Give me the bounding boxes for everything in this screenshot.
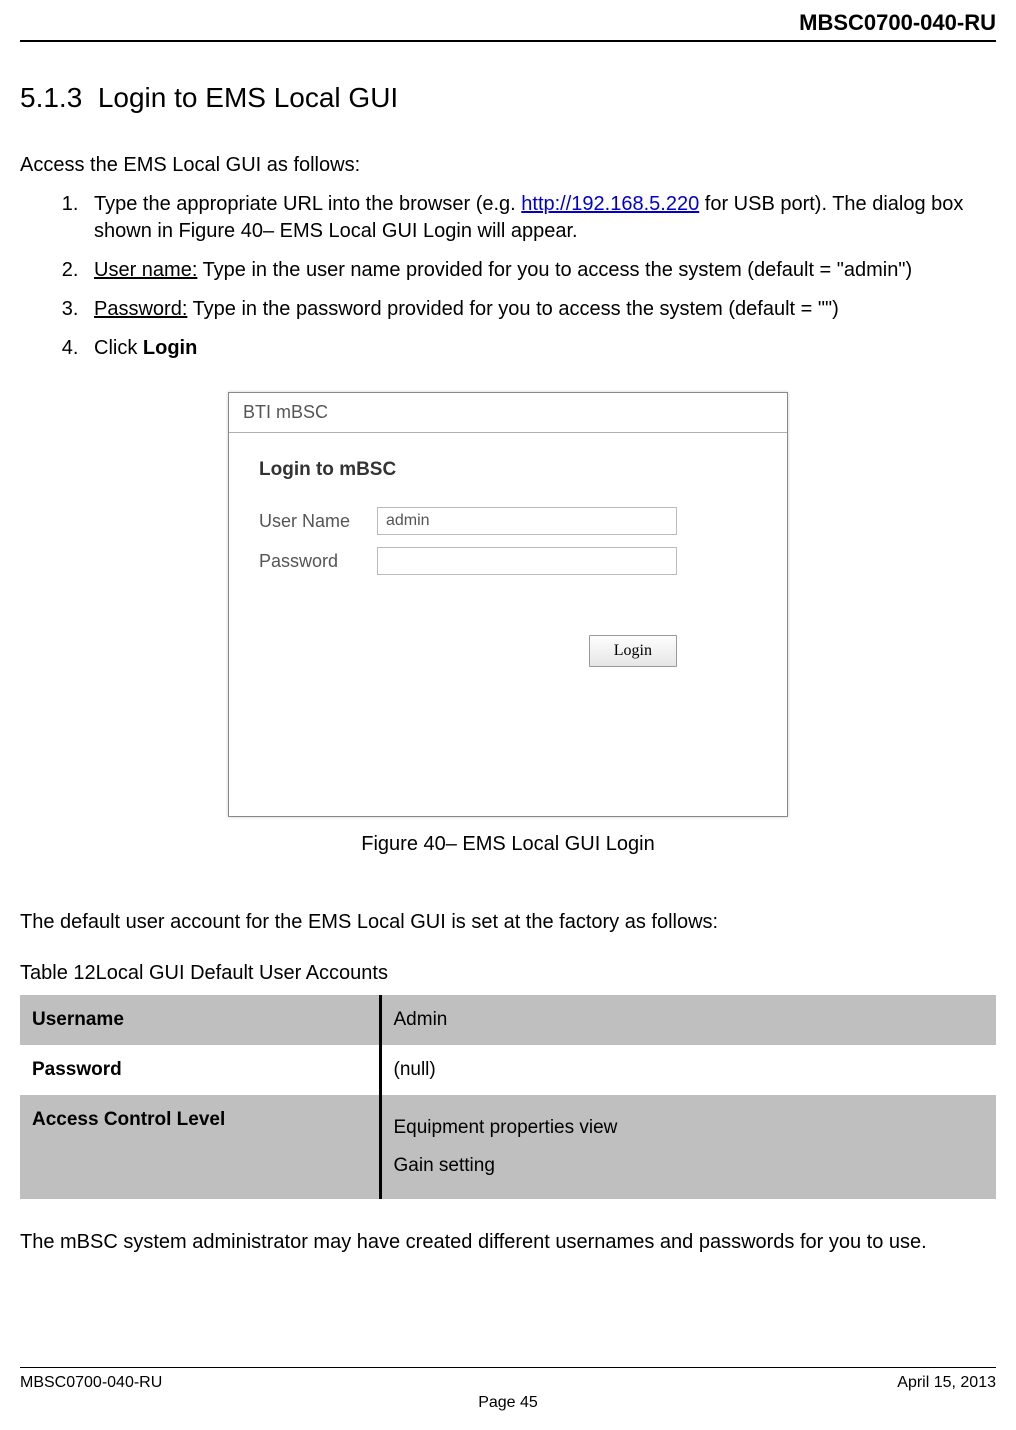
figure-caption: Figure 40– EMS Local GUI Login bbox=[20, 833, 996, 856]
step2-label: User name: bbox=[94, 259, 197, 281]
cell-acl-key: Access Control Level bbox=[20, 1095, 380, 1199]
step-3: Password: Type in the password provided … bbox=[84, 296, 996, 323]
step-1: Type the appropriate URL into the browse… bbox=[84, 191, 996, 245]
dialog-body: Login to mBSC User Name Password Login bbox=[229, 433, 787, 693]
step3-label: Password: bbox=[94, 298, 187, 320]
intro-text: Access the EMS Local GUI as follows: bbox=[20, 154, 996, 177]
username-input[interactable] bbox=[377, 507, 677, 535]
url-link[interactable]: http://192.168.5.220 bbox=[521, 193, 699, 215]
table-caption: Table 12Local GUI Default User Accounts bbox=[20, 962, 996, 985]
header-doc-code: MBSC0700-040-RU bbox=[799, 10, 996, 35]
acl-line-1: Equipment properties view bbox=[394, 1109, 985, 1147]
password-label: Password bbox=[259, 551, 377, 572]
figure-40: BTI mBSC Login to mBSC User Name Passwor… bbox=[20, 392, 996, 856]
default-account-text: The default user account for the EMS Loc… bbox=[20, 911, 996, 934]
acl-line-2: Gain setting bbox=[394, 1147, 985, 1185]
footer-right: April 15, 2013 bbox=[897, 1374, 996, 1392]
step-2: User name: Type in the user name provide… bbox=[84, 257, 996, 284]
section-number: 5.1.3 bbox=[20, 82, 82, 113]
dialog-heading: Login to mBSC bbox=[259, 459, 757, 481]
section-title: Login to EMS Local GUI bbox=[98, 82, 398, 113]
cell-acl-val: Equipment properties view Gain setting bbox=[380, 1095, 996, 1199]
cell-username-key: Username bbox=[20, 995, 380, 1045]
document-page: MBSC0700-040-RU 5.1.3 Login to EMS Local… bbox=[0, 0, 1016, 1430]
step4-a: Click bbox=[94, 337, 143, 359]
page-header: MBSC0700-040-RU bbox=[20, 10, 996, 42]
cell-username-val: Admin bbox=[380, 995, 996, 1045]
section-heading: 5.1.3 Login to EMS Local GUI bbox=[20, 82, 996, 114]
page-footer: MBSC0700-040-RU April 15, 2013 Page 45 bbox=[20, 1367, 996, 1412]
password-input[interactable] bbox=[377, 547, 677, 575]
footer-row: MBSC0700-040-RU April 15, 2013 bbox=[20, 1374, 996, 1392]
login-button-row: Login bbox=[259, 635, 757, 667]
login-button[interactable]: Login bbox=[589, 635, 677, 667]
step-4: Click Login bbox=[84, 335, 996, 362]
step3-rest: Type in the password provided for you to… bbox=[187, 298, 838, 320]
password-row: Password bbox=[259, 547, 757, 575]
dialog-titlebar: BTI mBSC bbox=[229, 393, 787, 433]
username-row: User Name bbox=[259, 507, 757, 535]
cell-password-key: Password bbox=[20, 1045, 380, 1095]
table-row: Access Control Level Equipment propertie… bbox=[20, 1095, 996, 1199]
table-row: Password (null) bbox=[20, 1045, 996, 1095]
steps-list: Type the appropriate URL into the browse… bbox=[20, 191, 996, 362]
username-label: User Name bbox=[259, 511, 377, 532]
accounts-table: Username Admin Password (null) Access Co… bbox=[20, 995, 996, 1199]
step1-text-a: Type the appropriate URL into the browse… bbox=[94, 193, 521, 215]
table-row: Username Admin bbox=[20, 995, 996, 1045]
step4-b: Login bbox=[143, 337, 197, 359]
admin-note-text: The mBSC system administrator may have c… bbox=[20, 1231, 996, 1254]
cell-password-val: (null) bbox=[380, 1045, 996, 1095]
footer-page-number: Page 45 bbox=[20, 1394, 996, 1412]
login-dialog: BTI mBSC Login to mBSC User Name Passwor… bbox=[228, 392, 788, 817]
footer-left: MBSC0700-040-RU bbox=[20, 1374, 162, 1392]
step2-rest: Type in the user name provided for you t… bbox=[197, 259, 912, 281]
